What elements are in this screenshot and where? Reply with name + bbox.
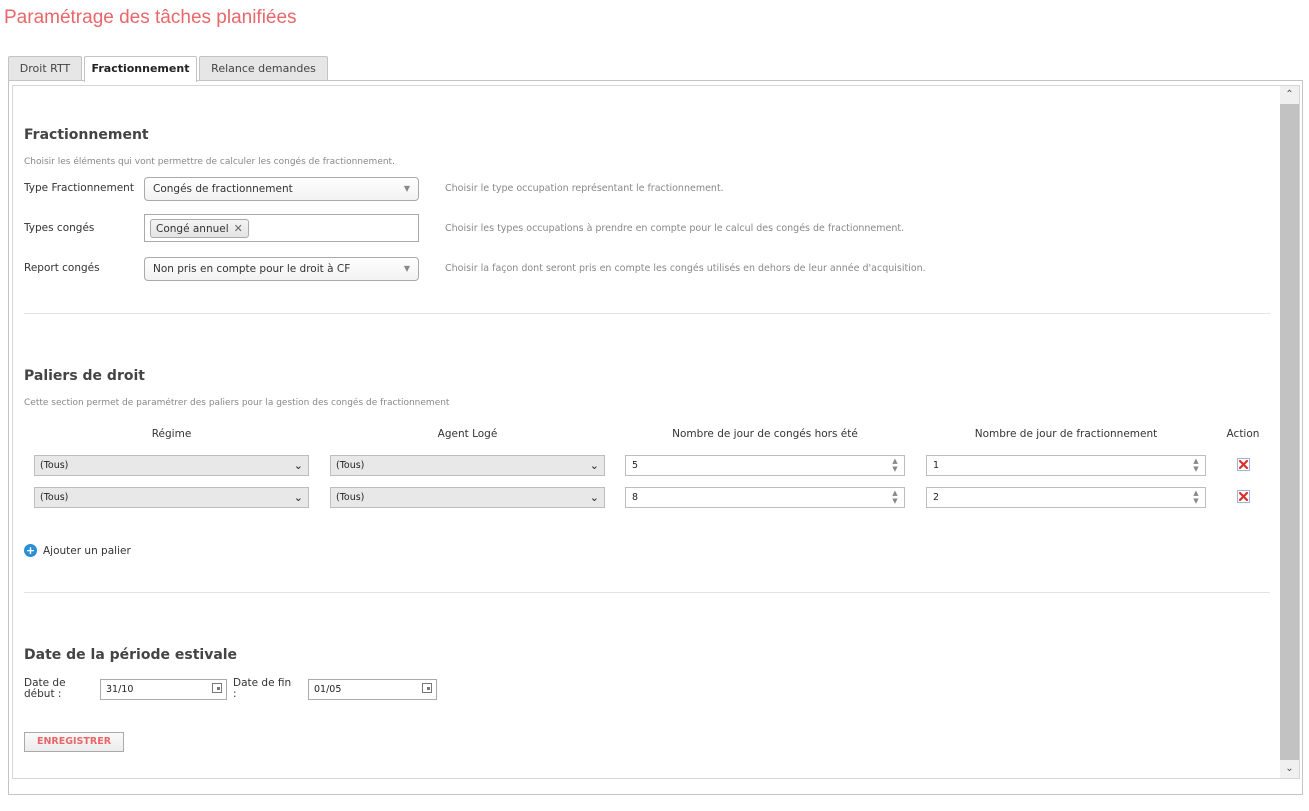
tab-droit-rtt[interactable]: Droit RTT xyxy=(8,56,82,81)
delete-row-button[interactable] xyxy=(1237,490,1250,503)
agent-loge-select[interactable]: (Tous) ⌄ xyxy=(330,487,605,508)
types-conges-multiselect[interactable]: Congé annuel ✕ xyxy=(144,214,419,242)
types-conges-tag: Congé annuel ✕ xyxy=(150,219,249,238)
save-button[interactable]: ENREGISTRER xyxy=(24,732,124,752)
fractionnement-section-description: Choisir les éléments qui vont permettre … xyxy=(24,157,395,167)
section-divider xyxy=(24,592,1270,593)
tab-relance-demandes[interactable]: Relance demandes xyxy=(199,56,328,81)
page-title: Paramétrage des tâches planifiées xyxy=(4,7,297,28)
tab-fractionnement[interactable]: Fractionnement xyxy=(84,56,197,82)
section-divider xyxy=(24,313,1270,314)
chevron-down-icon: ⌄ xyxy=(293,491,303,504)
red-x-icon xyxy=(1239,492,1248,501)
jours-fractionnement-value: 1 xyxy=(933,460,940,471)
calendar-icon[interactable] xyxy=(422,683,432,693)
end-date-input[interactable]: 01/05 xyxy=(308,679,437,700)
spinner-icon[interactable]: ▲ ▼ xyxy=(890,489,900,506)
jours-fractionnement-value: 2 xyxy=(933,492,940,503)
types-conges-tag-label: Congé annuel xyxy=(156,223,229,235)
jours-hors-ete-input[interactable]: 8 ▲ ▼ xyxy=(625,487,905,508)
fractionnement-section-title: Fractionnement xyxy=(24,127,149,143)
tab-panel: Fractionnement Choisir les éléments qui … xyxy=(8,80,1303,795)
start-date-input[interactable]: 31/10 xyxy=(100,679,227,700)
start-date-label: Date de début : xyxy=(24,678,66,700)
regime-select[interactable]: (Tous) ⌄ xyxy=(34,487,309,508)
regime-value: (Tous) xyxy=(40,492,69,503)
end-date-label-line1: Date de fin xyxy=(233,677,292,689)
start-date-label-line2: début : xyxy=(24,688,62,700)
jours-hors-ete-value: 8 xyxy=(632,492,639,503)
agent-loge-value: (Tous) xyxy=(336,492,365,503)
spinner-icon[interactable]: ▲ ▼ xyxy=(1191,457,1201,474)
report-conges-hint: Choisir la façon dont seront pris en com… xyxy=(445,263,926,274)
agent-loge-value: (Tous) xyxy=(336,460,365,471)
add-palier-link[interactable]: Ajouter un palier xyxy=(43,545,131,557)
regime-select[interactable]: (Tous) ⌄ xyxy=(34,455,309,476)
end-date-label: Date de fin : xyxy=(233,678,291,700)
report-conges-select[interactable]: Non pris en compte pour le droit à CF ▼ xyxy=(144,257,419,281)
column-header-jours-fractionnement: Nombre de jour de fractionnement xyxy=(974,428,1158,440)
calendar-icon[interactable] xyxy=(212,683,222,693)
chevron-down-icon[interactable]: ⌄ xyxy=(1280,760,1299,778)
jours-hors-ete-input[interactable]: 5 ▲ ▼ xyxy=(625,455,905,476)
types-conges-hint: Choisir les types occupations à prendre … xyxy=(445,223,905,234)
report-conges-value: Non pris en compte pour le droit à CF xyxy=(153,263,351,275)
jours-hors-ete-value: 5 xyxy=(632,460,639,471)
chevron-down-icon: ⌄ xyxy=(589,459,599,472)
paliers-section-title: Paliers de droit xyxy=(24,368,145,384)
agent-loge-select[interactable]: (Tous) ⌄ xyxy=(330,455,605,476)
spinner-icon[interactable]: ▲ ▼ xyxy=(890,457,900,474)
report-conges-label: Report congés xyxy=(24,262,100,274)
triangle-down-icon: ▼ xyxy=(403,264,410,273)
delete-row-button[interactable] xyxy=(1237,458,1250,471)
chevron-down-icon: ⌄ xyxy=(589,491,599,504)
plus-circle-icon[interactable]: + xyxy=(24,544,37,557)
column-header-agent-loge: Agent Logé xyxy=(437,428,498,440)
chevron-up-icon[interactable]: ⌃ xyxy=(1280,86,1299,104)
periode-section-title: Date de la période estivale xyxy=(24,647,238,663)
triangle-down-icon: ▼ xyxy=(403,184,410,193)
red-x-icon xyxy=(1239,460,1248,469)
end-date-label-line2: : xyxy=(233,688,237,700)
types-conges-label: Types congés xyxy=(24,222,95,234)
vertical-scrollbar[interactable]: ⌃ ⌄ xyxy=(1280,86,1299,778)
end-date-value: 01/05 xyxy=(314,684,342,695)
scrollbar-thumb[interactable] xyxy=(1280,104,1299,760)
close-icon[interactable]: ✕ xyxy=(234,222,243,235)
column-header-jours-hors-ete: Nombre de jour de congés hors été xyxy=(672,428,858,440)
content-frame: Fractionnement Choisir les éléments qui … xyxy=(12,85,1300,779)
type-fractionnement-hint: Choisir le type occupation représentant … xyxy=(445,183,724,194)
column-header-regime: Régime xyxy=(151,428,192,440)
paliers-section-description: Cette section permet de paramétrer des p… xyxy=(24,398,450,408)
type-fractionnement-value: Congés de fractionnement xyxy=(153,183,293,195)
regime-value: (Tous) xyxy=(40,460,69,471)
jours-fractionnement-input[interactable]: 1 ▲ ▼ xyxy=(926,455,1206,476)
start-date-value: 31/10 xyxy=(106,684,134,695)
spinner-icon[interactable]: ▲ ▼ xyxy=(1191,489,1201,506)
type-fractionnement-label: Type Fractionnement xyxy=(24,182,134,194)
column-header-action: Action xyxy=(1226,428,1260,440)
chevron-down-icon: ⌄ xyxy=(293,459,303,472)
jours-fractionnement-input[interactable]: 2 ▲ ▼ xyxy=(926,487,1206,508)
type-fractionnement-select[interactable]: Congés de fractionnement ▼ xyxy=(144,177,419,201)
